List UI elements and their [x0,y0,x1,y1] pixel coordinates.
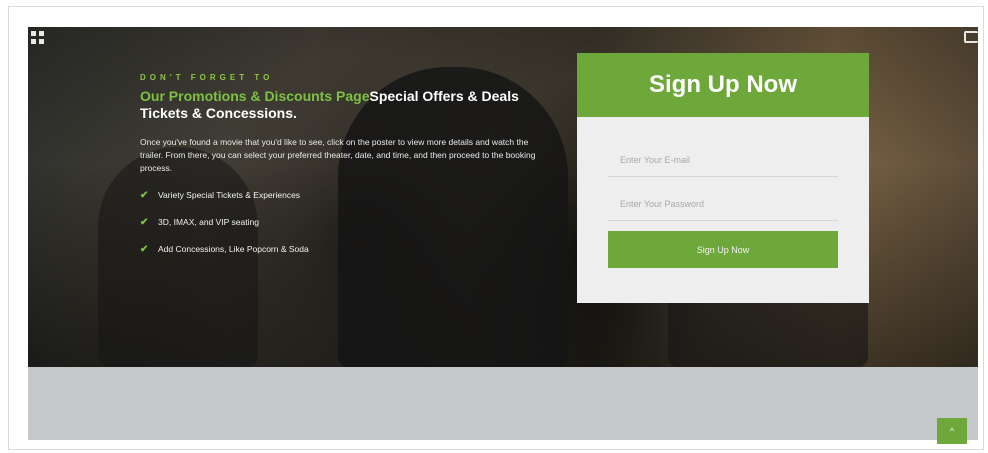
feature-label: Add Concessions, Like Popcorn & Soda [158,244,309,254]
signup-title: Sign Up Now [649,71,797,98]
hero-eyebrow: DON'T FORGET TO [140,73,274,82]
hero-headline-highlight[interactable]: Our Promotions & Discounts Page [140,88,369,104]
hero-content: DON'T FORGET TO Our Promotions & Discoun… [140,73,550,270]
feature-label: 3D, IMAX, and VIP seating [158,217,259,227]
signup-form: Sign Up Now Sign Up Now [577,53,869,303]
check-icon: ✔ [140,217,149,228]
feature-item: ✔ Variety Special Tickets & Experiences [140,189,550,202]
lower-section [28,367,978,440]
hero-headline: Our Promotions & Discounts PageSpecial O… [140,88,550,122]
grid-icon[interactable] [31,31,44,44]
arrow-up-icon[interactable]: ^ [937,418,967,444]
signup-button[interactable]: Sign Up Now [608,231,838,268]
check-icon: ✔ [140,244,149,255]
exit-icon[interactable] [964,31,978,43]
signup-header: Sign Up Now [577,53,869,117]
feature-item: ✔ Add Concessions, Like Popcorn & Soda [140,243,550,256]
hero-description: Once you've found a movie that you'd lik… [140,137,536,173]
email-input[interactable] [608,143,838,177]
feature-label: Variety Special Tickets & Experiences [158,190,301,200]
check-icon: ✔ [140,190,149,201]
feature-item: ✔ 3D, IMAX, and VIP seating [140,216,550,229]
signup-body: Sign Up Now [577,117,869,268]
feature-list: ✔ Variety Special Tickets & Experiences … [140,189,550,256]
password-input[interactable] [608,187,838,221]
